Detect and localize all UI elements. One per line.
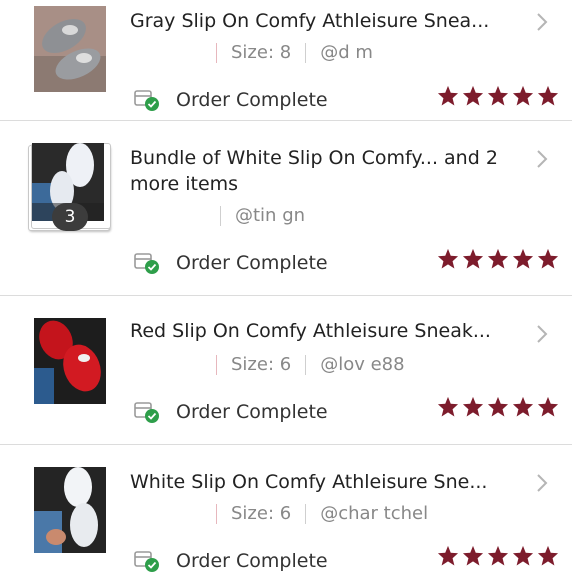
star-icon	[512, 85, 534, 106]
order-status: Order Complete	[134, 400, 328, 424]
status-label: Order Complete	[176, 252, 328, 274]
redacted-price	[130, 354, 216, 375]
product-title: Red Slip On Comfy Athleisure Sneak...	[130, 320, 491, 342]
seller-handle[interactable]: @lov e88	[320, 354, 404, 375]
star-icon	[487, 545, 509, 566]
bundle-count-badge: 3	[52, 203, 88, 231]
size-label: Size: 6	[231, 354, 292, 375]
package-check-icon	[134, 251, 160, 275]
star-icon	[487, 248, 509, 269]
order-item[interactable]: 3 Bundle of White Slip On Comfy... and 2…	[0, 121, 572, 296]
product-thumbnail[interactable]	[34, 318, 106, 404]
star-icon	[487, 85, 509, 106]
redacted-price	[130, 205, 216, 226]
chevron-right-icon[interactable]	[534, 324, 550, 344]
white-sneakers-photo	[34, 467, 106, 553]
star-icon	[487, 396, 509, 417]
order-status: Order Complete	[134, 549, 328, 573]
divider	[305, 354, 307, 375]
rating-stars	[437, 85, 562, 106]
red-sneakers-photo	[34, 318, 106, 404]
product-title: Gray Slip On Comfy Athleisure Sneа...	[130, 10, 490, 32]
rating-stars	[437, 396, 562, 417]
product-thumbnail[interactable]	[34, 467, 106, 553]
star-icon	[437, 396, 459, 417]
status-label: Order Complete	[176, 550, 328, 572]
star-icon	[537, 545, 559, 566]
product-thumbnail[interactable]	[34, 6, 106, 92]
redacted-price	[130, 42, 216, 63]
product-title: White Slip On Comfy Athleisure Sne...	[130, 471, 488, 493]
divider	[216, 42, 217, 63]
star-icon	[437, 85, 459, 106]
order-status: Order Complete	[134, 251, 328, 275]
chevron-right-icon[interactable]	[534, 12, 550, 32]
seller-handle[interactable]: @tin gn	[235, 205, 305, 226]
redacted-price	[130, 503, 216, 524]
order-item[interactable]: Gray Slip On Comfy Athleisure Sneа... Si…	[0, 0, 572, 121]
order-item[interactable]: White Slip On Comfy Athleisure Sne... Si…	[0, 445, 572, 580]
order-meta: Size: 6 @lov e88	[130, 354, 405, 375]
divider	[305, 42, 307, 63]
star-icon	[512, 545, 534, 566]
divider	[305, 503, 307, 524]
star-icon	[462, 248, 484, 269]
seller-handle[interactable]: @d m	[320, 42, 373, 63]
rating-stars	[437, 545, 562, 566]
seller-handle[interactable]: @char tchel	[320, 503, 428, 524]
star-icon	[437, 248, 459, 269]
order-status: Order Complete	[134, 88, 328, 112]
status-label: Order Complete	[176, 401, 328, 423]
gray-sneakers-photo	[34, 6, 106, 92]
star-icon	[537, 396, 559, 417]
package-check-icon	[134, 400, 160, 424]
divider	[220, 205, 221, 226]
divider	[216, 503, 217, 524]
star-icon	[537, 248, 559, 269]
order-item[interactable]: Red Slip On Comfy Athleisure Sneak... Si…	[0, 296, 572, 445]
order-meta: @tin gn	[130, 205, 305, 226]
order-list: Gray Slip On Comfy Athleisure Sneа... Si…	[0, 0, 580, 580]
star-icon	[462, 545, 484, 566]
size-label: Size: 8	[231, 42, 292, 63]
rating-stars	[437, 248, 562, 269]
star-icon	[512, 248, 534, 269]
star-icon	[437, 545, 459, 566]
product-title: Bundle of White Slip On Comfy... and 2 m…	[130, 147, 498, 195]
order-meta: Size: 8 @d m	[130, 42, 373, 63]
star-icon	[462, 396, 484, 417]
size-label: Size: 6	[231, 503, 292, 524]
star-icon	[512, 396, 534, 417]
star-icon	[462, 85, 484, 106]
chevron-right-icon[interactable]	[534, 149, 550, 169]
divider	[216, 354, 217, 375]
chevron-right-icon[interactable]	[534, 473, 550, 493]
star-icon	[537, 85, 559, 106]
order-meta: Size: 6 @char tchel	[130, 503, 428, 524]
package-check-icon	[134, 549, 160, 573]
status-label: Order Complete	[176, 89, 328, 111]
package-check-icon	[134, 88, 160, 112]
